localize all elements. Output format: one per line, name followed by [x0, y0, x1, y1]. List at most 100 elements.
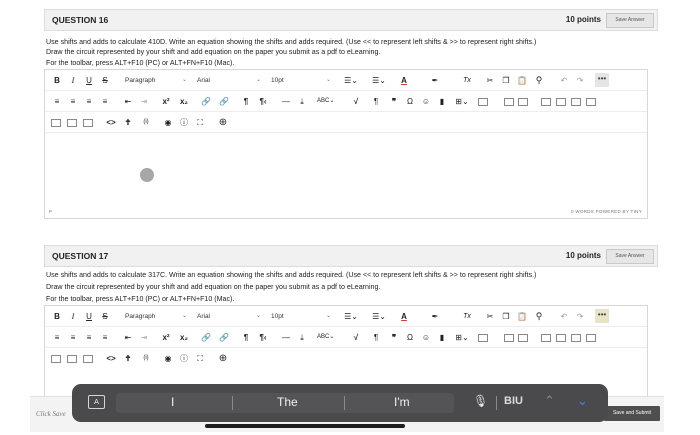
- indent-icon[interactable]: ⇥: [139, 331, 149, 344]
- undo-icon[interactable]: ↶: [559, 310, 569, 323]
- superscript-button[interactable]: x²: [159, 331, 173, 344]
- table-delete-row-icon[interactable]: [541, 334, 551, 342]
- undo-icon[interactable]: ↶: [559, 74, 569, 87]
- font-size-select[interactable]: 10pt ⌄: [271, 310, 331, 323]
- text-color-button[interactable]: A: [399, 310, 409, 323]
- accessibility-icon[interactable]: ✝: [123, 352, 133, 365]
- cut-icon[interactable]: ✂: [485, 310, 495, 323]
- spellcheck-icon[interactable]: ABC⌄: [317, 95, 334, 108]
- table-insert-col-icon[interactable]: [518, 334, 528, 342]
- bold-button[interactable]: B: [52, 310, 62, 323]
- underline-button[interactable]: U: [84, 310, 94, 323]
- help-icon[interactable]: ⓘ: [179, 352, 189, 365]
- blockquote-button[interactable]: ❞: [389, 95, 399, 108]
- answer-text-area-16[interactable]: [45, 133, 647, 209]
- table-merge-icon[interactable]: [571, 98, 581, 106]
- row-props-icon[interactable]: [83, 119, 93, 127]
- text-color-button[interactable]: A: [399, 74, 409, 87]
- paragraph-select[interactable]: Paragraph ⌄: [125, 74, 187, 87]
- formula-icon[interactable]: √: [351, 331, 361, 344]
- more-options-button[interactable]: •••: [595, 73, 609, 87]
- cell-props-icon[interactable]: [67, 119, 77, 127]
- clear-format-button[interactable]: Tx: [461, 310, 473, 323]
- special-char-button[interactable]: Ω: [405, 331, 415, 344]
- superscript-button[interactable]: x²: [159, 95, 173, 108]
- help-icon[interactable]: ⓘ: [179, 116, 189, 129]
- horizontal-line-button[interactable]: —: [281, 95, 291, 108]
- unlink-icon[interactable]: 🔗: [219, 95, 229, 108]
- suggestion-2[interactable]: The: [277, 395, 298, 409]
- more-options-button[interactable]: •••: [595, 309, 609, 323]
- table-cell-icon[interactable]: [478, 98, 488, 106]
- copy-icon[interactable]: ❐: [501, 74, 511, 87]
- special-char-button[interactable]: Ω: [405, 95, 415, 108]
- numbered-list-icon[interactable]: ☰⌄: [369, 310, 389, 323]
- outdent-icon[interactable]: ⇤: [123, 95, 133, 108]
- table-insert-col-icon[interactable]: [518, 98, 528, 106]
- upload-button[interactable]: (i): [139, 352, 153, 365]
- table-delete-col-icon[interactable]: [556, 334, 566, 342]
- emoji-icon[interactable]: ☺: [421, 331, 431, 344]
- search-icon[interactable]: ⚲: [533, 74, 545, 87]
- insert-media-icon[interactable]: ⤓: [297, 331, 307, 344]
- emoji-icon[interactable]: ☺: [421, 95, 431, 108]
- save-answer-button-17[interactable]: Save Answer: [606, 249, 654, 264]
- rtl-button[interactable]: ¶‹: [257, 95, 269, 108]
- bookmark-icon[interactable]: ▮: [437, 95, 447, 108]
- strikethrough-button[interactable]: S: [100, 74, 110, 87]
- upload-button[interactable]: (i): [139, 116, 153, 129]
- font-size-select[interactable]: 10pt ⌄: [271, 74, 331, 87]
- cell-props-icon[interactable]: [67, 355, 77, 363]
- link-icon[interactable]: 🔗: [201, 95, 211, 108]
- chevron-down-icon[interactable]: ⌄: [577, 393, 588, 409]
- table-cell-icon[interactable]: [478, 334, 488, 342]
- table-insert-row-icon[interactable]: [504, 98, 514, 106]
- table-icon[interactable]: ⊞⌄: [455, 95, 469, 108]
- unlink-icon[interactable]: 🔗: [219, 331, 229, 344]
- suggestion-1[interactable]: I: [171, 395, 174, 409]
- highlight-pen-icon[interactable]: ✒: [429, 74, 441, 87]
- align-center-icon[interactable]: ≡: [68, 95, 78, 108]
- strikethrough-button[interactable]: S: [100, 310, 110, 323]
- table-merge-icon[interactable]: [571, 334, 581, 342]
- formula-icon[interactable]: √: [351, 95, 361, 108]
- indent-icon[interactable]: ⇥: [139, 95, 149, 108]
- align-justify-icon[interactable]: ≡: [100, 95, 110, 108]
- align-left-icon[interactable]: ≡: [52, 95, 62, 108]
- horizontal-line-button[interactable]: —: [281, 331, 291, 344]
- paste-icon[interactable]: 📋: [517, 310, 527, 323]
- redo-icon[interactable]: ↷: [575, 310, 585, 323]
- underline-button[interactable]: U: [84, 74, 94, 87]
- paragraph-select[interactable]: Paragraph ⌄: [125, 310, 187, 323]
- fullscreen-icon[interactable]: ⛶: [195, 352, 205, 365]
- save-and-submit-button[interactable]: Save and Submit: [604, 406, 660, 421]
- redo-icon[interactable]: ↷: [575, 74, 585, 87]
- align-right-icon[interactable]: ≡: [84, 331, 94, 344]
- add-content-icon[interactable]: ⊕: [217, 116, 229, 129]
- table-delete-row-icon[interactable]: [541, 98, 551, 106]
- link-icon[interactable]: 🔗: [201, 331, 211, 344]
- table-insert-row-icon[interactable]: [504, 334, 514, 342]
- save-answer-button-16[interactable]: Save Answer: [606, 13, 654, 28]
- add-content-icon[interactable]: ⊕: [217, 352, 229, 365]
- table-props-icon[interactable]: [51, 119, 61, 127]
- insert-media-icon[interactable]: ⤓: [297, 95, 307, 108]
- search-icon[interactable]: ⚲: [533, 310, 545, 323]
- cut-icon[interactable]: ✂: [485, 74, 495, 87]
- code-view-button[interactable]: <>: [105, 116, 117, 129]
- paste-icon[interactable]: 📋: [517, 74, 527, 87]
- format-biu-button[interactable]: BIU: [504, 395, 523, 407]
- table-props-icon[interactable]: [51, 355, 61, 363]
- ltr-button[interactable]: ¶: [241, 95, 251, 108]
- keyboard-icon[interactable]: A: [88, 395, 105, 409]
- chevron-up-icon[interactable]: ⌃: [544, 393, 555, 409]
- subscript-button[interactable]: x₂: [177, 95, 191, 108]
- suggestion-3[interactable]: I'm: [394, 395, 410, 409]
- rtl-button[interactable]: ¶‹: [257, 331, 269, 344]
- accessibility-icon[interactable]: ✝: [123, 116, 133, 129]
- subscript-button[interactable]: x₂: [177, 331, 191, 344]
- microphone-icon[interactable]: 🎙: [473, 394, 488, 408]
- bold-button[interactable]: B: [52, 74, 62, 87]
- font-select[interactable]: Arial ⌄: [197, 74, 261, 87]
- bookmark-icon[interactable]: ▮: [437, 331, 447, 344]
